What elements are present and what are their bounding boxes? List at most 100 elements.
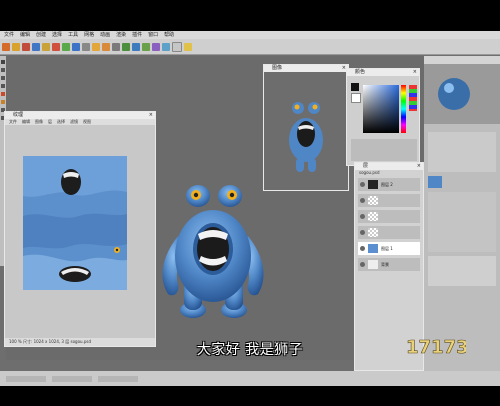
eye-icon[interactable] — [360, 214, 365, 219]
rgb-sliders[interactable] — [409, 85, 417, 111]
menu-item[interactable]: 动画 — [100, 31, 110, 39]
layer-label: 图层 2 — [381, 181, 393, 187]
menu-item[interactable]: 网格 — [84, 31, 94, 39]
status-cell — [52, 375, 92, 382]
eye-icon[interactable] — [360, 198, 365, 203]
main-toolbar — [0, 39, 500, 55]
picture-viewer-title-text: 图像 — [272, 65, 283, 71]
material-channels[interactable] — [428, 132, 496, 172]
17173-watermark: 17173 — [406, 337, 466, 357]
layer-thumbnail — [368, 180, 378, 189]
eye-icon[interactable] — [360, 246, 365, 251]
color-picker-field[interactable] — [363, 85, 399, 133]
background-swatch[interactable] — [351, 93, 361, 103]
menu-item[interactable]: 层 — [48, 119, 52, 125]
menu-item[interactable]: 窗口 — [148, 31, 158, 39]
foreground-swatch[interactable] — [351, 83, 359, 91]
layer-row[interactable] — [358, 226, 420, 239]
color-window[interactable]: 颜色 × — [346, 68, 420, 166]
menu-item[interactable]: 渲染 — [116, 31, 126, 39]
menu-item[interactable]: 图像 — [35, 119, 43, 125]
brush-icon[interactable] — [1, 100, 5, 104]
scale-icon[interactable] — [32, 42, 40, 51]
layer-row[interactable] — [358, 210, 420, 223]
attribute-panel[interactable] — [424, 56, 500, 371]
axis-x-icon[interactable] — [52, 42, 60, 51]
texture-window-title-text: 纹理 — [13, 112, 24, 118]
layers-file: sogou.psd — [359, 170, 380, 175]
render-picture-icon[interactable] — [102, 42, 110, 51]
material-manager[interactable] — [428, 256, 496, 286]
move-icon[interactable] — [22, 42, 30, 51]
menu-item[interactable]: 帮助 — [164, 31, 174, 39]
layers-window-title-text: 层 — [363, 163, 369, 169]
close-icon[interactable]: × — [413, 69, 417, 76]
layer-row[interactable]: 背景 — [358, 258, 420, 271]
hue-slider[interactable] — [401, 85, 406, 133]
menu-item[interactable]: 视图 — [83, 119, 91, 125]
color-window-title: 颜色 × — [347, 69, 419, 76]
nurbs-icon[interactable] — [132, 42, 140, 51]
watermark-text: 17173 — [406, 337, 466, 357]
texture-window[interactable]: 纹理 × 文件 编辑 图像 层 选择 滤镜 视图 100 % 尺寸: 1024 … — [4, 111, 156, 347]
menu-item[interactable]: 创建 — [36, 31, 46, 39]
menu-item[interactable]: 文件 — [4, 31, 14, 39]
texture-window-menu: 文件 编辑 图像 层 选择 滤镜 视图 — [5, 119, 155, 125]
picture-viewer-window[interactable]: 图像 × — [263, 64, 349, 191]
polygons-icon[interactable] — [1, 84, 5, 88]
video-frame: 文件 编辑 创建 选择 工具 网格 动画 渲染 插件 窗口 帮助 纹理 × 文件… — [0, 0, 500, 406]
undo-icon[interactable] — [2, 42, 10, 51]
menu-item[interactable]: 选择 — [57, 119, 65, 125]
light-icon[interactable] — [184, 42, 192, 51]
menu-item[interactable]: 工具 — [68, 31, 78, 39]
layer-row-active[interactable]: 图层 1 — [358, 242, 420, 255]
axis-z-icon[interactable] — [72, 42, 80, 51]
cinema4d-window: 文件 编辑 创建 选择 工具 网格 动画 渲染 插件 窗口 帮助 纹理 × 文件… — [0, 31, 500, 386]
uv-texture-canvas[interactable] — [23, 156, 127, 290]
cube-icon[interactable] — [122, 42, 130, 51]
layer-label: 背景 — [381, 261, 389, 267]
array-icon[interactable] — [142, 42, 150, 51]
paint-icon[interactable] — [1, 92, 5, 96]
attribute-panel-header — [424, 56, 500, 64]
close-icon[interactable]: × — [149, 112, 153, 119]
menu-item[interactable]: 插件 — [132, 31, 142, 39]
layer-thumbnail — [368, 244, 378, 253]
layer-thumbnail — [368, 196, 378, 205]
menu-item[interactable]: 编辑 — [22, 119, 30, 125]
texture-swatch[interactable] — [428, 176, 442, 188]
layer-thumbnail — [368, 228, 378, 237]
material-settings[interactable] — [428, 192, 496, 252]
render-settings-icon[interactable] — [112, 42, 120, 51]
menu-item[interactable]: 滤镜 — [70, 119, 78, 125]
eye-icon[interactable] — [360, 262, 365, 267]
layer-thumbnail — [368, 260, 378, 269]
deformer-icon[interactable] — [152, 42, 160, 51]
status-cell — [6, 375, 46, 382]
menu-item[interactable]: 文件 — [9, 119, 17, 125]
render-preview — [264, 72, 348, 190]
menu-item[interactable]: 选择 — [52, 31, 62, 39]
picture-viewer-title: 图像 × — [264, 65, 348, 72]
status-cell — [98, 375, 138, 382]
edges-icon[interactable] — [1, 76, 5, 80]
select-icon[interactable] — [1, 60, 5, 64]
layer-row[interactable] — [358, 194, 420, 207]
layer-label: 图层 1 — [381, 245, 393, 251]
coord-icon[interactable] — [82, 42, 90, 51]
layer-thumbnail — [368, 212, 378, 221]
axis-y-icon[interactable] — [62, 42, 70, 51]
rotate-icon[interactable] — [42, 42, 50, 51]
close-icon[interactable]: × — [417, 163, 421, 170]
menubar: 文件 编辑 创建 选择 工具 网格 动画 渲染 插件 窗口 帮助 — [0, 31, 500, 39]
render-view-icon[interactable] — [92, 42, 100, 51]
eye-icon[interactable] — [360, 182, 365, 187]
camera-icon[interactable] — [172, 41, 182, 52]
material-preview — [424, 64, 500, 124]
points-icon[interactable] — [1, 68, 5, 72]
redo-icon[interactable] — [12, 42, 20, 51]
layer-row[interactable]: 图层 2 — [358, 178, 420, 191]
menu-item[interactable]: 编辑 — [20, 31, 30, 39]
scene-icon[interactable] — [162, 42, 170, 51]
eye-icon[interactable] — [360, 230, 365, 235]
